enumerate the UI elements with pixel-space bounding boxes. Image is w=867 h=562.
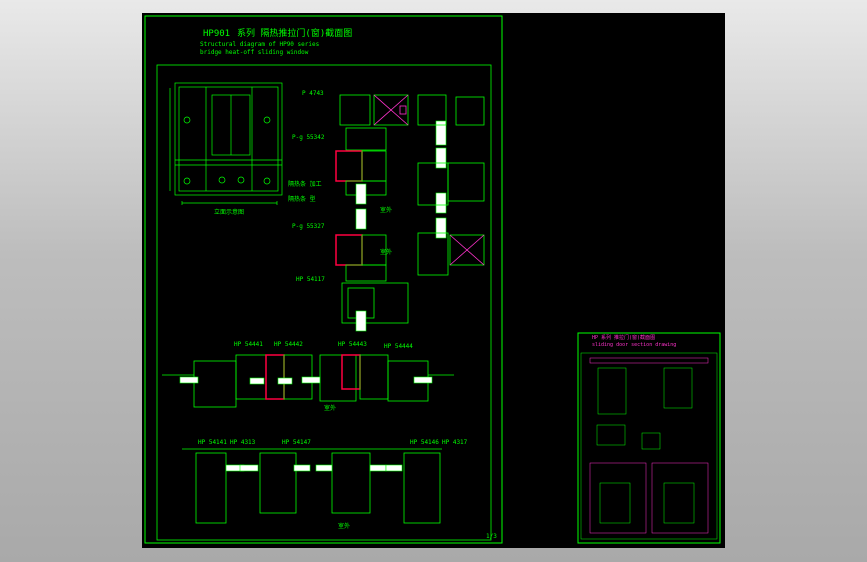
page-number: 1/3: [486, 533, 497, 540]
cad-drawing: [144, 15, 721, 544]
label-b1: HP 54141: [198, 439, 227, 446]
label-s2: HP 54442: [274, 341, 303, 348]
label-p6: HP 54117: [296, 276, 325, 283]
horizontal-section-2: [182, 448, 442, 524]
side-label-1: 室外: [380, 207, 393, 214]
label-b3: HP 54147: [282, 439, 311, 446]
right-section-column: [417, 94, 485, 276]
side-label-2: 室外: [380, 249, 393, 256]
drawing-title-cn: 系列 隔热推拉门(窗)截面图: [237, 29, 353, 39]
vertical-section: [335, 94, 409, 324]
inset-title: HP 系列 推拉门(窗)截面图: [592, 335, 656, 341]
label-p5: P-g 55327: [292, 223, 325, 230]
label-s1: HP 54441: [234, 341, 263, 348]
drawing-canvas[interactable]: HP901 系列 隔热推拉门(窗)截面图 Structural diagram …: [142, 13, 725, 548]
label-s3: HP 54443: [338, 341, 367, 348]
drawing-title: HP901: [203, 29, 231, 39]
inset-drawing: [589, 357, 709, 534]
elevation-window: [169, 82, 283, 205]
side-label-3: 室外: [324, 405, 337, 412]
glass-row1: [179, 376, 433, 385]
side-label-4: 室外: [338, 523, 351, 530]
label-p1: P 4743: [302, 90, 324, 97]
drawing-subtitle-1: Structural diagram of HP90 series: [200, 41, 320, 48]
elevation-caption: 立面示意图: [214, 209, 245, 216]
label-p4: 隔热条 型: [288, 196, 316, 203]
drawing-subtitle-2: bridge heat-off sliding window: [200, 49, 309, 56]
label-p3: 隔热条 加工: [288, 181, 322, 188]
inset-subtitle: sliding door section drawing: [592, 342, 677, 348]
glass-panes: [355, 120, 447, 332]
label-p2: P-g 55342: [292, 134, 325, 141]
label-b5: HP 4317: [442, 439, 468, 446]
label-b4: HP 54146: [410, 439, 439, 446]
label-b2: HP 4313: [230, 439, 256, 446]
glass-row2: [225, 464, 403, 472]
label-s4: HP 54444: [384, 343, 413, 350]
